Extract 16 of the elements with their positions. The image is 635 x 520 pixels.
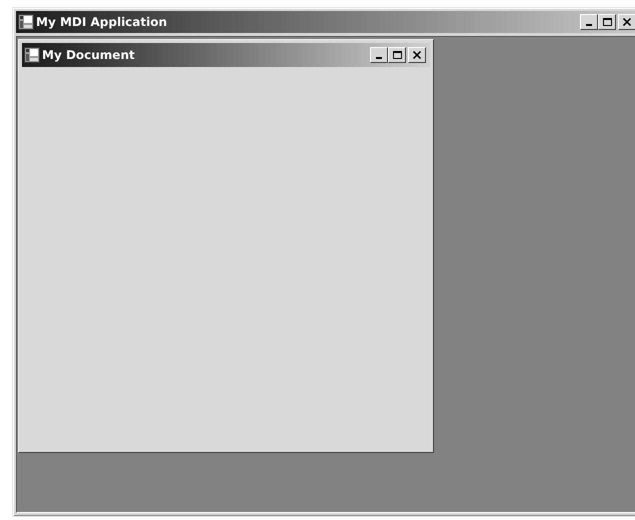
maximize-button[interactable] xyxy=(388,47,406,63)
maximize-icon xyxy=(602,18,612,26)
window-title: My MDI Application xyxy=(36,15,168,29)
close-button[interactable] xyxy=(408,47,426,63)
close-icon xyxy=(623,18,631,26)
window-icon xyxy=(18,14,34,30)
minimize-button[interactable] xyxy=(370,47,388,63)
close-icon xyxy=(413,51,421,59)
minimize-icon xyxy=(376,57,382,59)
close-button[interactable] xyxy=(618,14,635,30)
maximize-icon xyxy=(392,51,402,59)
window-icon xyxy=(24,47,40,63)
maximize-button[interactable] xyxy=(598,14,616,30)
window-title: My Document xyxy=(42,48,136,62)
minimize-icon xyxy=(586,24,592,26)
minimize-button[interactable] xyxy=(580,14,598,30)
